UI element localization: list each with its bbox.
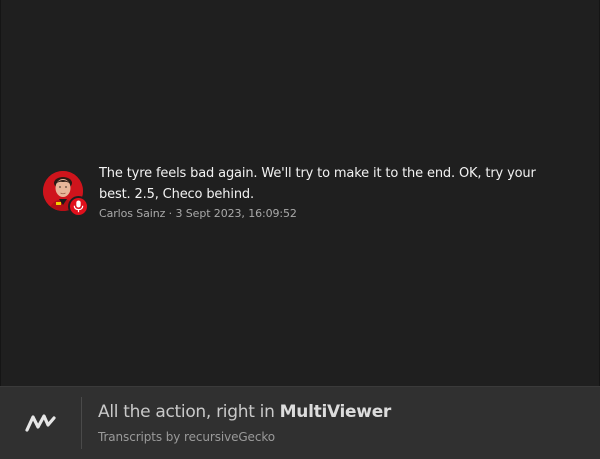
tagline: All the action, right in MultiViewer (98, 401, 391, 423)
microphone-icon (68, 196, 89, 217)
avatar-container (43, 171, 89, 217)
app-window: The tyre feels bad again. We'll try to m… (0, 0, 600, 459)
footer-text: All the action, right in MultiViewer Tra… (98, 401, 391, 445)
logo-container (0, 397, 82, 449)
tagline-brand: MultiViewer (279, 402, 392, 422)
radio-message: The tyre feels bad again. We'll try to m… (43, 163, 569, 222)
message-meta: Carlos Sainz · 3 Sept 2023, 16:09:52 (99, 207, 297, 220)
message-text: The tyre feels bad again. We'll try to m… (99, 166, 536, 202)
transcript-area: The tyre feels bad again. We'll try to m… (0, 0, 600, 386)
multiviewer-logo-icon (24, 414, 56, 432)
credit-text: Transcripts by recursiveGecko (98, 430, 276, 444)
tagline-prefix: All the action, right in (98, 402, 280, 422)
footer-banner[interactable]: All the action, right in MultiViewer Tra… (0, 386, 600, 459)
message-body: The tyre feels bad again. We'll try to m… (99, 163, 569, 222)
